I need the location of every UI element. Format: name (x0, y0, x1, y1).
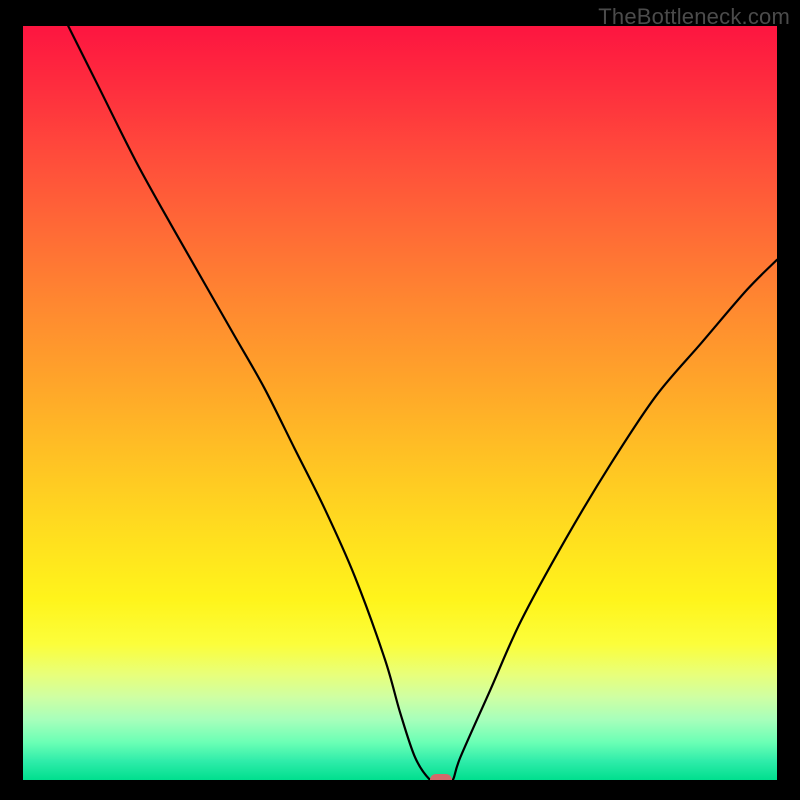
bottleneck-curve-path (68, 26, 777, 780)
optimal-point-marker (430, 774, 452, 780)
chart-frame: TheBottleneck.com (0, 0, 800, 800)
curve-layer (23, 26, 777, 780)
plot-area (23, 26, 777, 780)
